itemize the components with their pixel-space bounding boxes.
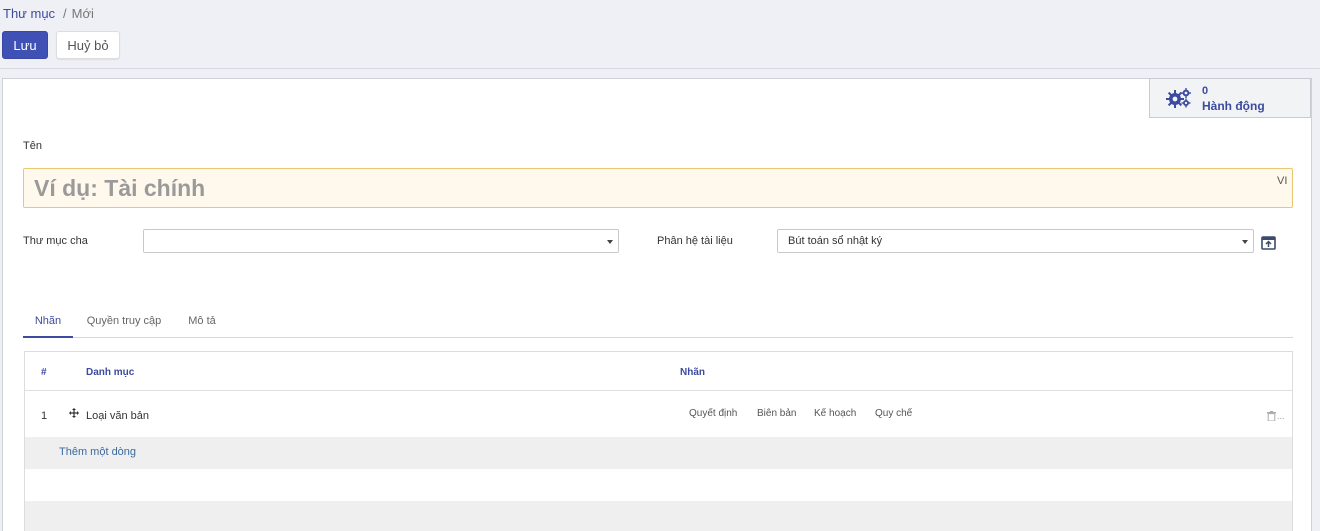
external-link-icon[interactable] [1261, 236, 1276, 250]
tag-chip[interactable]: Quyết định [689, 408, 737, 419]
parent-folder-select[interactable] [143, 229, 619, 253]
cancel-button[interactable]: Huỷ bỏ [56, 31, 120, 59]
save-button[interactable]: Lưu [2, 31, 48, 59]
actions-label: Hành động [1202, 99, 1265, 113]
header-index: # [41, 367, 47, 378]
drag-handle-icon[interactable] [69, 408, 79, 418]
name-input[interactable] [23, 168, 1293, 208]
breadcrumb-parent-link[interactable]: Thư mục [3, 6, 55, 21]
tab-access-rights[interactable]: Quyền truy cập [81, 309, 167, 338]
breadcrumb: Thư mục / Mới [3, 6, 94, 21]
add-line-row: Thêm một dòng [25, 437, 1292, 469]
notebook-tabs: Nhãn Quyền truy cập Mô tả [23, 309, 1293, 338]
tag-categories-table: # Danh mục Nhãn 1 Loại văn bản Quyết địn… [24, 351, 1293, 531]
add-line-link[interactable]: Thêm một dòng [59, 446, 136, 458]
row-category[interactable]: Loại văn bản [86, 410, 149, 422]
actions-smart-button[interactable]: 0 Hành động [1149, 78, 1311, 118]
empty-row [25, 501, 1292, 531]
header-tags[interactable]: Nhãn [680, 367, 705, 378]
parent-folder-label: Thư mục cha [23, 235, 88, 247]
name-label: Tên [23, 140, 42, 152]
tab-description[interactable]: Mô tả [181, 309, 223, 338]
breadcrumb-current: Mới [71, 6, 94, 21]
chevron-down-icon [1242, 240, 1248, 244]
tab-tags[interactable]: Nhãn [23, 309, 73, 338]
tag-chip[interactable]: Quy chế [875, 408, 912, 419]
language-tag[interactable]: VI [1277, 175, 1287, 187]
empty-row [25, 469, 1292, 501]
header-category[interactable]: Danh mục [86, 367, 134, 378]
breadcrumb-separator: / [63, 6, 67, 21]
document-module-value: Bút toán sổ nhật ký [788, 235, 883, 247]
document-module-label: Phân hệ tài liệu [657, 235, 733, 247]
actions-count: 0 [1202, 85, 1209, 97]
table-header: # Danh mục Nhãn [25, 352, 1292, 391]
control-panel: Thư mục / Mới Lưu Huỷ bỏ [0, 0, 1320, 69]
tag-chip[interactable]: Biên bản [757, 408, 796, 419]
table-row[interactable]: 1 Loại văn bản Quyết định Biên bản Kế ho… [25, 392, 1292, 437]
chevron-down-icon [607, 240, 613, 244]
form-sheet: 0 Hành động Tên VI Thư mục cha Phân hệ t… [2, 78, 1312, 531]
row-index: 1 [41, 410, 48, 422]
document-module-select[interactable]: Bút toán sổ nhật ký [777, 229, 1254, 253]
tag-chip[interactable]: Kế hoạch [814, 408, 856, 419]
gears-icon [1166, 88, 1191, 108]
trash-icon[interactable] [1267, 411, 1276, 421]
row-overflow-dots: ... [1277, 411, 1285, 421]
